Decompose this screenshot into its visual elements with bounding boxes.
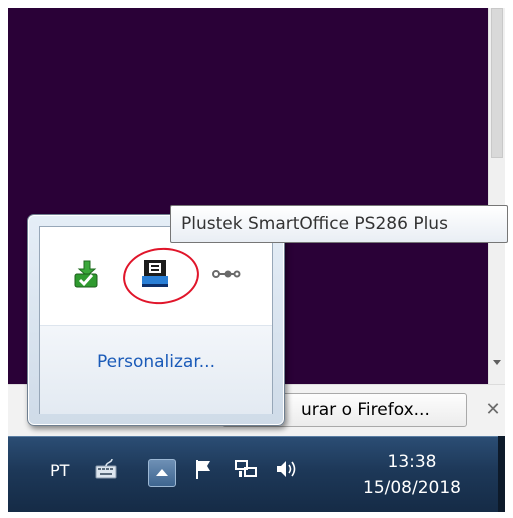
- scroll-down-arrow-icon[interactable]: [493, 360, 501, 365]
- network-icon[interactable]: [234, 457, 258, 481]
- usb-connector-icon[interactable]: [208, 257, 242, 291]
- show-desktop-button[interactable]: [498, 436, 505, 512]
- firefox-action-button-label: urar o Firefox...: [301, 400, 430, 420]
- keyboard-icon[interactable]: [94, 457, 118, 481]
- system-clock[interactable]: 13:38 15/08/2018: [352, 449, 472, 501]
- tray-icon-tooltip: Plustek SmartOffice PS286 Plus: [170, 205, 508, 243]
- tray-overflow-panel: Personalizar...: [39, 226, 273, 414]
- taskbar: PT 13:38 15/08/2018: [8, 436, 498, 512]
- close-notification-icon[interactable]: ✕: [482, 393, 504, 427]
- clock-time: 13:38: [387, 452, 437, 472]
- customize-link[interactable]: Personalizar...: [40, 352, 272, 372]
- volume-icon[interactable]: [274, 457, 298, 481]
- green-upload-check-icon[interactable]: [70, 257, 104, 291]
- show-hidden-icons-button[interactable]: [148, 459, 176, 487]
- clock-date: 15/08/2018: [363, 478, 461, 498]
- action-center-flag-icon[interactable]: [192, 457, 216, 481]
- language-indicator[interactable]: PT: [50, 461, 69, 480]
- red-highlight-circle: [120, 244, 202, 308]
- tray-overflow-popup: Personalizar...: [27, 214, 285, 426]
- tray-popup-footer: Personalizar...: [40, 325, 272, 414]
- scrollbar-thumb[interactable]: [491, 8, 503, 158]
